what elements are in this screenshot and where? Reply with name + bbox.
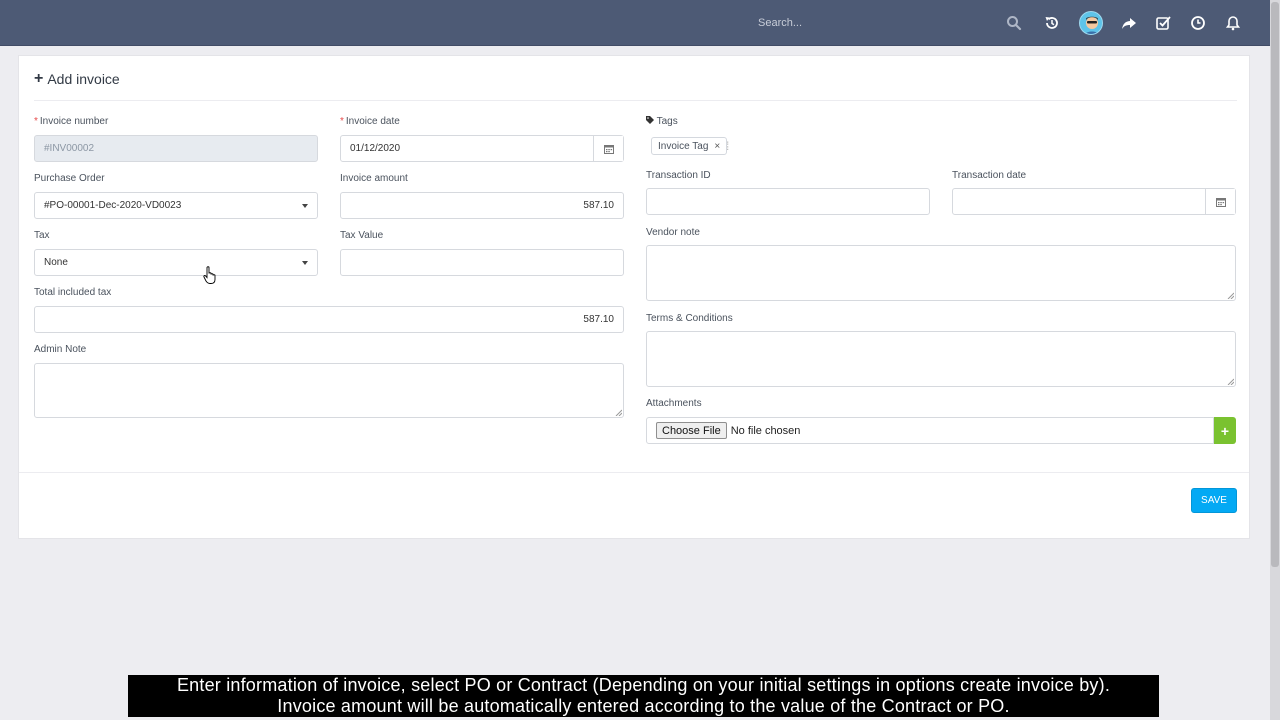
add-invoice-panel: + Add invoice * Invoice number #INV00002 … xyxy=(18,55,1250,539)
remove-tag-icon[interactable]: × xyxy=(714,141,720,152)
page-title: + Add invoice xyxy=(34,70,120,88)
chevron-down-icon xyxy=(302,204,308,208)
total-included-tax-label: Total included tax xyxy=(34,287,112,298)
tag-icon xyxy=(646,116,654,124)
invoice-date-label: * Invoice date xyxy=(340,116,400,127)
save-button[interactable]: SAVE xyxy=(1191,488,1237,513)
invoice-number-label: * Invoice number xyxy=(34,116,109,127)
page-scrollbar[interactable] xyxy=(1270,0,1280,720)
tag-chip-label: Invoice Tag xyxy=(658,140,709,152)
search-input[interactable]: Search... xyxy=(758,17,802,29)
top-navbar: Search... xyxy=(0,0,1270,46)
tag-chip[interactable]: Invoice Tag × xyxy=(651,137,728,155)
attachments-label: Attachments xyxy=(646,398,702,409)
tag-input[interactable]: ⁞ xyxy=(726,139,729,153)
tax-value-label: Tax Value xyxy=(340,230,384,241)
terms-label: Terms & Conditions xyxy=(646,313,733,324)
transaction-date-label: Transaction date xyxy=(952,170,1027,181)
calendar-icon[interactable] xyxy=(593,136,623,161)
resize-handle-icon[interactable] xyxy=(615,409,622,416)
plus-icon: + xyxy=(34,70,44,87)
resize-handle-icon[interactable] xyxy=(1227,292,1234,299)
transaction-id-field[interactable] xyxy=(646,188,930,215)
admin-note-textarea[interactable] xyxy=(34,363,624,418)
transaction-date-field[interactable] xyxy=(952,188,1236,215)
invoice-amount-field[interactable]: 587.10 xyxy=(340,192,624,219)
invoice-amount-label: Invoice amount xyxy=(340,173,408,184)
scroll-thumb[interactable] xyxy=(1271,2,1279,567)
subtitle-line-2: Invoice amount will be automatically ent… xyxy=(277,696,1010,716)
chevron-down-icon xyxy=(302,261,308,265)
divider xyxy=(34,100,1237,101)
history-icon[interactable] xyxy=(1041,12,1063,34)
clock-icon[interactable] xyxy=(1187,12,1209,34)
total-included-tax-field[interactable]: 587.10 xyxy=(34,306,624,333)
bell-icon[interactable] xyxy=(1222,12,1244,34)
vendor-note-textarea[interactable] xyxy=(646,245,1236,301)
tax-select[interactable]: None xyxy=(34,249,318,276)
tax-value-field[interactable] xyxy=(340,249,624,276)
terms-textarea[interactable] xyxy=(646,331,1236,387)
search-icon[interactable] xyxy=(1003,12,1025,34)
transaction-id-label: Transaction ID xyxy=(646,170,711,181)
calendar-icon[interactable] xyxy=(1205,189,1235,214)
invoice-date-field[interactable]: 01/12/2020 xyxy=(340,135,624,162)
video-subtitles: Enter information of invoice, select PO … xyxy=(128,675,1159,717)
purchase-order-select[interactable]: #PO-00001-Dec-2020-VD0023 xyxy=(34,192,318,219)
tags-label: Tags xyxy=(646,116,678,127)
divider xyxy=(19,472,1249,473)
attachment-file-input[interactable]: Choose File No file chosen xyxy=(646,417,1214,444)
vendor-note-label: Vendor note xyxy=(646,227,700,238)
add-attachment-button[interactable]: + xyxy=(1214,417,1236,444)
invoice-number-field: #INV00002 xyxy=(34,135,318,162)
panel-title-text: Add invoice xyxy=(47,71,120,87)
hand-cursor-icon xyxy=(203,266,216,284)
file-status: No file chosen xyxy=(730,424,801,437)
choose-file-button[interactable]: Choose File xyxy=(656,422,727,439)
avatar[interactable] xyxy=(1079,11,1103,35)
share-icon[interactable] xyxy=(1118,12,1140,34)
purchase-order-label: Purchase Order xyxy=(34,173,105,184)
subtitle-line-1: Enter information of invoice, select PO … xyxy=(176,675,1111,695)
admin-note-label: Admin Note xyxy=(34,344,87,355)
resize-handle-icon[interactable] xyxy=(1227,378,1234,385)
task-check-icon[interactable] xyxy=(1152,12,1174,34)
tax-label: Tax xyxy=(34,230,50,241)
